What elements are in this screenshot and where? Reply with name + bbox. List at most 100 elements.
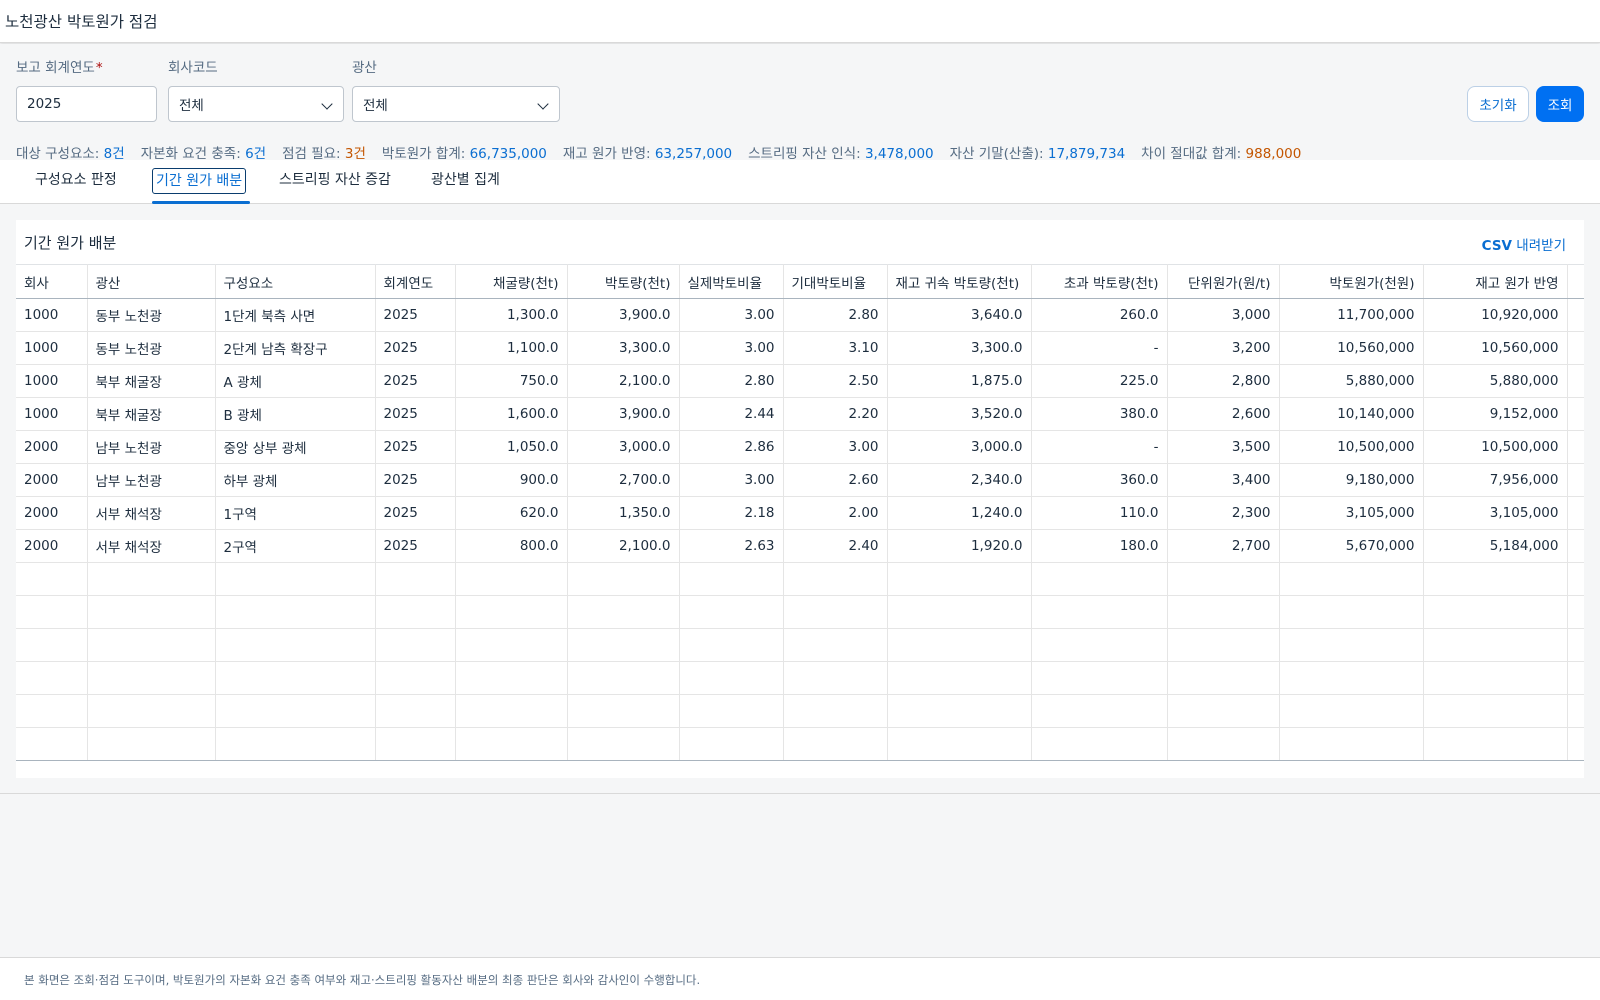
table-row[interactable] <box>16 562 1584 596</box>
tab-stripping-asset-changes[interactable]: 스트리핑 자산 증감 <box>276 168 394 194</box>
tab-mine-summary[interactable]: 광산별 집계 <box>428 168 503 194</box>
table-cell <box>1423 661 1568 695</box>
row-spacer <box>1567 661 1584 695</box>
table-cell <box>783 628 888 662</box>
column-header[interactable]: 광산 <box>87 264 216 299</box>
table-cell <box>887 661 1032 695</box>
table-cell <box>87 727 216 761</box>
table-cell <box>1423 694 1568 728</box>
table-cell <box>1279 694 1424 728</box>
table-row[interactable]: 1000 동부 노천광 1단계 북측 사면 2025 1,300.0 3,900.0 3.0… <box>16 298 1584 332</box>
table-row[interactable]: 2000 서부 채석장 2구역 2025 800.0 2,100.0 2.63 2.40 1,9… <box>16 529 1584 563</box>
column-header[interactable]: 박토량(천t) <box>567 264 680 299</box>
table-cell <box>1423 562 1568 596</box>
table-cell: 2,100.0 <box>567 529 680 563</box>
column-header[interactable]: 구성요소 <box>215 264 376 299</box>
row-spacer <box>1567 628 1584 662</box>
year-input[interactable]: 2025 <box>16 86 157 122</box>
table-row[interactable] <box>16 595 1584 629</box>
reset-button[interactable]: 초기화 <box>1467 86 1529 122</box>
row-spacer <box>1567 364 1584 398</box>
column-header[interactable]: 재고 귀속 박토량(천t) <box>887 264 1032 299</box>
table-cell <box>1423 727 1568 761</box>
column-header[interactable]: 초과 박토량(천t) <box>1031 264 1168 299</box>
table-cell: 2.44 <box>679 397 784 431</box>
table-row[interactable]: 1000 북부 채굴장 A 광체 2025 750.0 2,100.0 2.80 2.50 1,… <box>16 364 1584 398</box>
table-row[interactable] <box>16 694 1584 728</box>
company-select[interactable]: 전체 <box>168 86 344 122</box>
tab-component-judgement[interactable]: 구성요소 판정 <box>32 168 120 194</box>
table-cell <box>87 661 216 695</box>
table-cell: 1,100.0 <box>455 331 568 365</box>
summary-item: 자본화 요건 충족: 6건 <box>141 142 266 162</box>
column-header[interactable]: 재고 원가 반영 <box>1423 264 1568 299</box>
mine-select[interactable]: 전체 <box>352 86 560 122</box>
column-header[interactable]: 회계연도 <box>375 264 456 299</box>
table-cell: 서부 채석장 <box>87 529 216 563</box>
required-mark: * <box>95 60 103 76</box>
table-cell <box>887 595 1032 629</box>
tab-bar: 구성요소 판정 기간 원가 배분 스트리핑 자산 증감 광산별 집계 <box>0 160 1600 204</box>
row-spacer <box>1567 397 1584 431</box>
mine-label: 광산 <box>352 60 377 76</box>
row-spacer <box>1567 694 1584 728</box>
table-row[interactable]: 2000 남부 노천광 하부 광체 2025 900.0 2,700.0 3.00 2.60 2… <box>16 463 1584 497</box>
table-cell: 3.00 <box>679 298 784 332</box>
table-cell: 3,300.0 <box>567 331 680 365</box>
column-header[interactable]: 회사 <box>16 264 88 299</box>
table-cell: 2,600 <box>1167 397 1280 431</box>
table-cell <box>16 694 88 728</box>
table-cell: 하부 광체 <box>215 463 376 497</box>
table-cell: 9,152,000 <box>1423 397 1568 431</box>
table-cell: 북부 채굴장 <box>87 397 216 431</box>
summary-item: 차이 절대값 합계: 988,000 <box>1141 142 1301 162</box>
table-cell: 2,700 <box>1167 529 1280 563</box>
table-cell <box>567 562 680 596</box>
csv-download-link[interactable]: CSV 내려받기 <box>1482 234 1566 254</box>
table-cell: 5,880,000 <box>1279 364 1424 398</box>
table-cell: 2.18 <box>679 496 784 530</box>
table-cell <box>1167 727 1280 761</box>
table-cell <box>215 562 376 596</box>
table-row[interactable] <box>16 727 1584 761</box>
table-cell <box>375 727 456 761</box>
table-cell <box>87 628 216 662</box>
column-header[interactable]: 실제박토비율 <box>679 264 784 299</box>
table-row[interactable]: 2000 서부 채석장 1구역 2025 620.0 1,350.0 2.18 2.00 1,2… <box>16 496 1584 530</box>
search-button[interactable]: 조회 <box>1536 86 1584 122</box>
row-spacer <box>1567 595 1584 629</box>
column-header[interactable]: 채굴량(천t) <box>455 264 568 299</box>
column-header[interactable]: 박토원가(천원) <box>1279 264 1424 299</box>
csv-label-rest: 내려받기 <box>1512 238 1566 254</box>
summary-item: 스트리핑 자산 인식: 3,478,000 <box>748 142 934 162</box>
column-header[interactable]: 단위원가(원/t) <box>1167 264 1280 299</box>
table-cell: - <box>1031 331 1168 365</box>
table-cell <box>1167 661 1280 695</box>
section-divider <box>0 793 1600 794</box>
table-row[interactable] <box>16 628 1584 662</box>
table-row[interactable] <box>16 661 1584 695</box>
table-cell: 2.00 <box>783 496 888 530</box>
column-header[interactable]: 기대박토비율 <box>783 264 888 299</box>
row-spacer <box>1567 727 1584 761</box>
table-cell: 2025 <box>375 496 456 530</box>
table-cell: 2025 <box>375 529 456 563</box>
table-cell <box>567 628 680 662</box>
table-cell: 260.0 <box>1031 298 1168 332</box>
table-cell: 3,640.0 <box>887 298 1032 332</box>
table-cell <box>16 727 88 761</box>
summary-item: 자산 기말(산출): 17,879,734 <box>950 142 1126 162</box>
page-title: 노천광산 박토원가 점검 <box>5 13 158 31</box>
allocation-card: 기간 원가 배분 CSV 내려받기 회사 광산 구성요소 회계연도 채굴량(천t) 박토량… <box>16 220 1584 778</box>
table-row[interactable]: 1000 동부 노천광 2단계 남측 확장구 2025 1,100.0 3,300.0 3.… <box>16 331 1584 365</box>
tab-period-cost-allocation[interactable]: 기간 원가 배분 <box>152 168 247 194</box>
table-cell: 2.63 <box>679 529 784 563</box>
table-row[interactable]: 1000 북부 채굴장 B 광체 2025 1,600.0 3,900.0 2.44 2.20… <box>16 397 1584 431</box>
row-spacer <box>1567 298 1584 332</box>
mine-select-value: 전체 <box>363 98 388 114</box>
table-cell: 3,900.0 <box>567 397 680 431</box>
table-cell: 10,560,000 <box>1279 331 1424 365</box>
year-filter: 보고 회계연도* <box>16 58 103 78</box>
table-row[interactable]: 2000 남부 노천광 중앙 상부 광체 2025 1,050.0 3,000.0 2.86… <box>16 430 1584 464</box>
table-cell <box>455 661 568 695</box>
